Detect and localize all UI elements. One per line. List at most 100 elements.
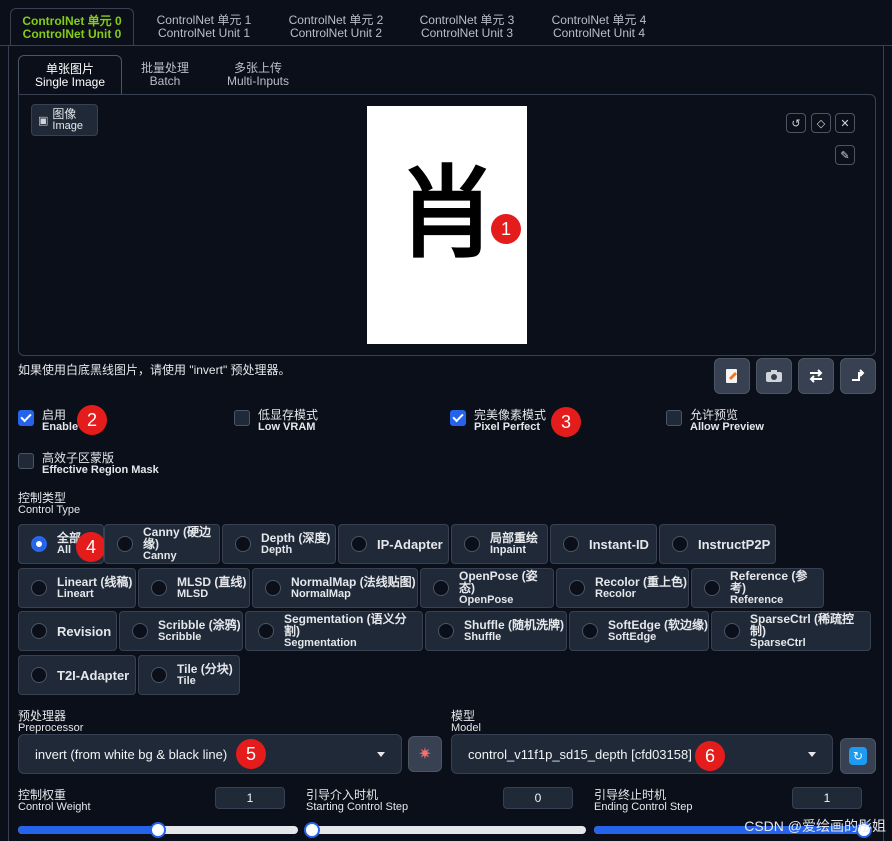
undo-icon[interactable]: ↺ — [786, 113, 806, 133]
preprocessor-dropdown[interactable]: invert (from white bg & black line) — [18, 734, 402, 774]
radio-dot[interactable] — [31, 580, 47, 596]
tab-unit-0[interactable]: ControlNet 单元 0 ControlNet Unit 0 — [10, 8, 134, 46]
radio-dot[interactable] — [563, 536, 579, 552]
control-type-lineart[interactable]: Lineart (线稿) Lineart — [18, 568, 136, 608]
tab-multi-inputs[interactable]: 多张上传 Multi-Inputs — [212, 55, 304, 95]
allow-preview-checkbox[interactable]: 允许预览 Allow Preview — [666, 409, 764, 433]
send-dimensions-icon[interactable] — [840, 358, 876, 394]
allow-preview-checkbox-box[interactable] — [666, 410, 682, 426]
start-step-handle[interactable] — [304, 822, 320, 838]
control-type-sparsectrl[interactable]: SparseCtrl (稀疏控制) SparseCtrl — [711, 611, 871, 651]
radio-dot[interactable] — [31, 623, 47, 639]
image-icon: ▣ — [38, 114, 49, 127]
control-weight-input[interactable]: 1 — [215, 787, 285, 809]
pixel-perfect-checkbox[interactable]: 完美像素模式 Pixel Perfect — [450, 409, 546, 433]
control-type-reference[interactable]: Reference (参考) Reference — [691, 568, 824, 608]
option-label: T2I-Adapter — [57, 667, 130, 683]
control-type-tile[interactable]: Tile (分块) Tile — [138, 655, 240, 695]
region-mask-checkbox[interactable]: 高效子区蒙版 Effective Region Mask — [18, 452, 159, 476]
model-dropdown[interactable]: control_v11f1p_sd15_depth [cfd03158] — [451, 734, 833, 774]
control-type-inpaint[interactable]: 局部重绘 Inpaint — [451, 524, 548, 564]
brush-icon[interactable]: ✎ — [835, 145, 855, 165]
radio-dot[interactable] — [569, 580, 585, 596]
end-step-input[interactable]: 1 — [792, 787, 862, 809]
control-type-normalmap[interactable]: NormalMap (法线贴图) NormalMap — [252, 568, 418, 608]
subtab-label-en: Single Image — [34, 74, 106, 89]
tab-unit-2[interactable]: ControlNet 单元 2 ControlNet Unit 2 — [272, 8, 400, 46]
enable-checkbox-box[interactable] — [18, 410, 34, 426]
close-icon[interactable]: ✕ — [835, 113, 855, 133]
low-vram-checkbox[interactable]: 低显存模式 Low VRAM — [234, 409, 318, 433]
watermark: CSDN @爱绘画的彤姐 — [744, 818, 886, 834]
radio-dot[interactable] — [433, 580, 449, 596]
tab-label-en: ControlNet Unit 4 — [552, 26, 646, 40]
option-en: Tile — [177, 675, 196, 687]
radio-dot[interactable] — [258, 623, 274, 639]
control-weight-fill — [18, 826, 158, 834]
radio-dot[interactable] — [582, 623, 598, 639]
refresh-models-button[interactable]: ↻ — [840, 738, 876, 774]
control-type-ip-adapter[interactable]: IP-Adapter — [338, 524, 449, 564]
control-type-label-en: Control Type — [18, 504, 81, 516]
radio-dot[interactable] — [672, 536, 688, 552]
control-type-revision[interactable]: Revision — [18, 611, 117, 651]
tab-unit-1[interactable]: ControlNet 单元 1 ControlNet Unit 1 — [140, 8, 268, 46]
option-zh: MLSD (直线) — [177, 575, 247, 589]
low-vram-checkbox-box[interactable] — [234, 410, 250, 426]
control-type-label-zh: 控制类型 — [18, 491, 67, 505]
tab-single-image[interactable]: 单张图片 Single Image — [18, 55, 122, 95]
control-type-segmentation[interactable]: Segmentation (语义分割) Segmentation — [245, 611, 423, 651]
radio-dot[interactable] — [151, 667, 167, 683]
control-type-instructp2p[interactable]: InstructP2P — [659, 524, 776, 564]
low-vram-label-zh: 低显存模式 — [258, 408, 319, 422]
control-type-instant-id[interactable]: Instant-ID — [550, 524, 657, 564]
control-type-depth[interactable]: Depth (深度) Depth — [222, 524, 336, 564]
radio-dot[interactable] — [235, 536, 251, 552]
swap-icon[interactable] — [798, 358, 834, 394]
option-en: SoftEdge — [608, 631, 657, 643]
run-preprocessor-button[interactable]: ✷ — [408, 736, 442, 772]
start-step-slider[interactable] — [304, 822, 586, 838]
control-weight-handle[interactable] — [150, 822, 166, 838]
control-weight-slider[interactable] — [18, 822, 298, 838]
eraser-icon[interactable]: ◇ — [811, 113, 831, 133]
tab-batch[interactable]: 批量处理 Batch — [124, 55, 206, 95]
control-type-recolor[interactable]: Recolor (重上色) Recolor — [556, 568, 689, 608]
radio-dot[interactable] — [724, 623, 740, 639]
start-step-input[interactable]: 0 — [503, 787, 573, 809]
radio-dot[interactable] — [704, 580, 720, 596]
option-zh: Depth (深度) — [261, 531, 331, 545]
start-step-label-en: Starting Control Step — [306, 801, 409, 813]
control-type-scribble[interactable]: Scribble (涂鸦) Scribble — [119, 611, 243, 651]
marker-5: 5 — [236, 739, 266, 769]
tab-unit-4[interactable]: ControlNet 单元 4 ControlNet Unit 4 — [535, 8, 663, 46]
pixel-perfect-checkbox-box[interactable] — [450, 410, 466, 426]
option-en: SparseCtrl — [750, 637, 806, 649]
marker-1: 1 — [491, 214, 521, 244]
control-type-softedge[interactable]: SoftEdge (软边缘) SoftEdge — [569, 611, 709, 651]
radio-dot[interactable] — [464, 536, 480, 552]
control-type-canny[interactable]: Canny (硬边缘) Canny — [104, 524, 220, 564]
radio-dot[interactable] — [117, 536, 133, 552]
tab-unit-3[interactable]: ControlNet 单元 3 ControlNet Unit 3 — [403, 8, 531, 46]
control-type-mlsd[interactable]: MLSD (直线) MLSD — [138, 568, 250, 608]
enable-checkbox[interactable]: 启用 Enable — [18, 409, 78, 433]
camera-icon[interactable] — [756, 358, 792, 394]
invert-hint: 如果使用白底黑线图片，请使用 "invert" 预处理器。 — [18, 363, 291, 377]
radio-dot[interactable] — [31, 667, 47, 683]
radio-dot[interactable] — [265, 580, 281, 596]
option-en: Depth — [261, 544, 293, 556]
radio-dot[interactable] — [31, 536, 47, 552]
edit-document-icon[interactable] — [714, 358, 750, 394]
region-mask-checkbox-box[interactable] — [18, 453, 34, 469]
radio-dot[interactable] — [351, 536, 367, 552]
control-type-openpose[interactable]: OpenPose (姿态) OpenPose — [420, 568, 554, 608]
control-type-shuffle[interactable]: Shuffle (随机洗牌) Shuffle — [425, 611, 567, 651]
option-zh: Tile (分块) — [177, 662, 233, 676]
option-en: OpenPose — [459, 594, 514, 606]
radio-dot[interactable] — [132, 623, 148, 639]
radio-dot[interactable] — [438, 623, 454, 639]
control-type-t2i-adapter[interactable]: T2I-Adapter — [18, 655, 136, 695]
start-step-label-zh: 引导介入时机 — [306, 788, 379, 802]
radio-dot[interactable] — [151, 580, 167, 596]
